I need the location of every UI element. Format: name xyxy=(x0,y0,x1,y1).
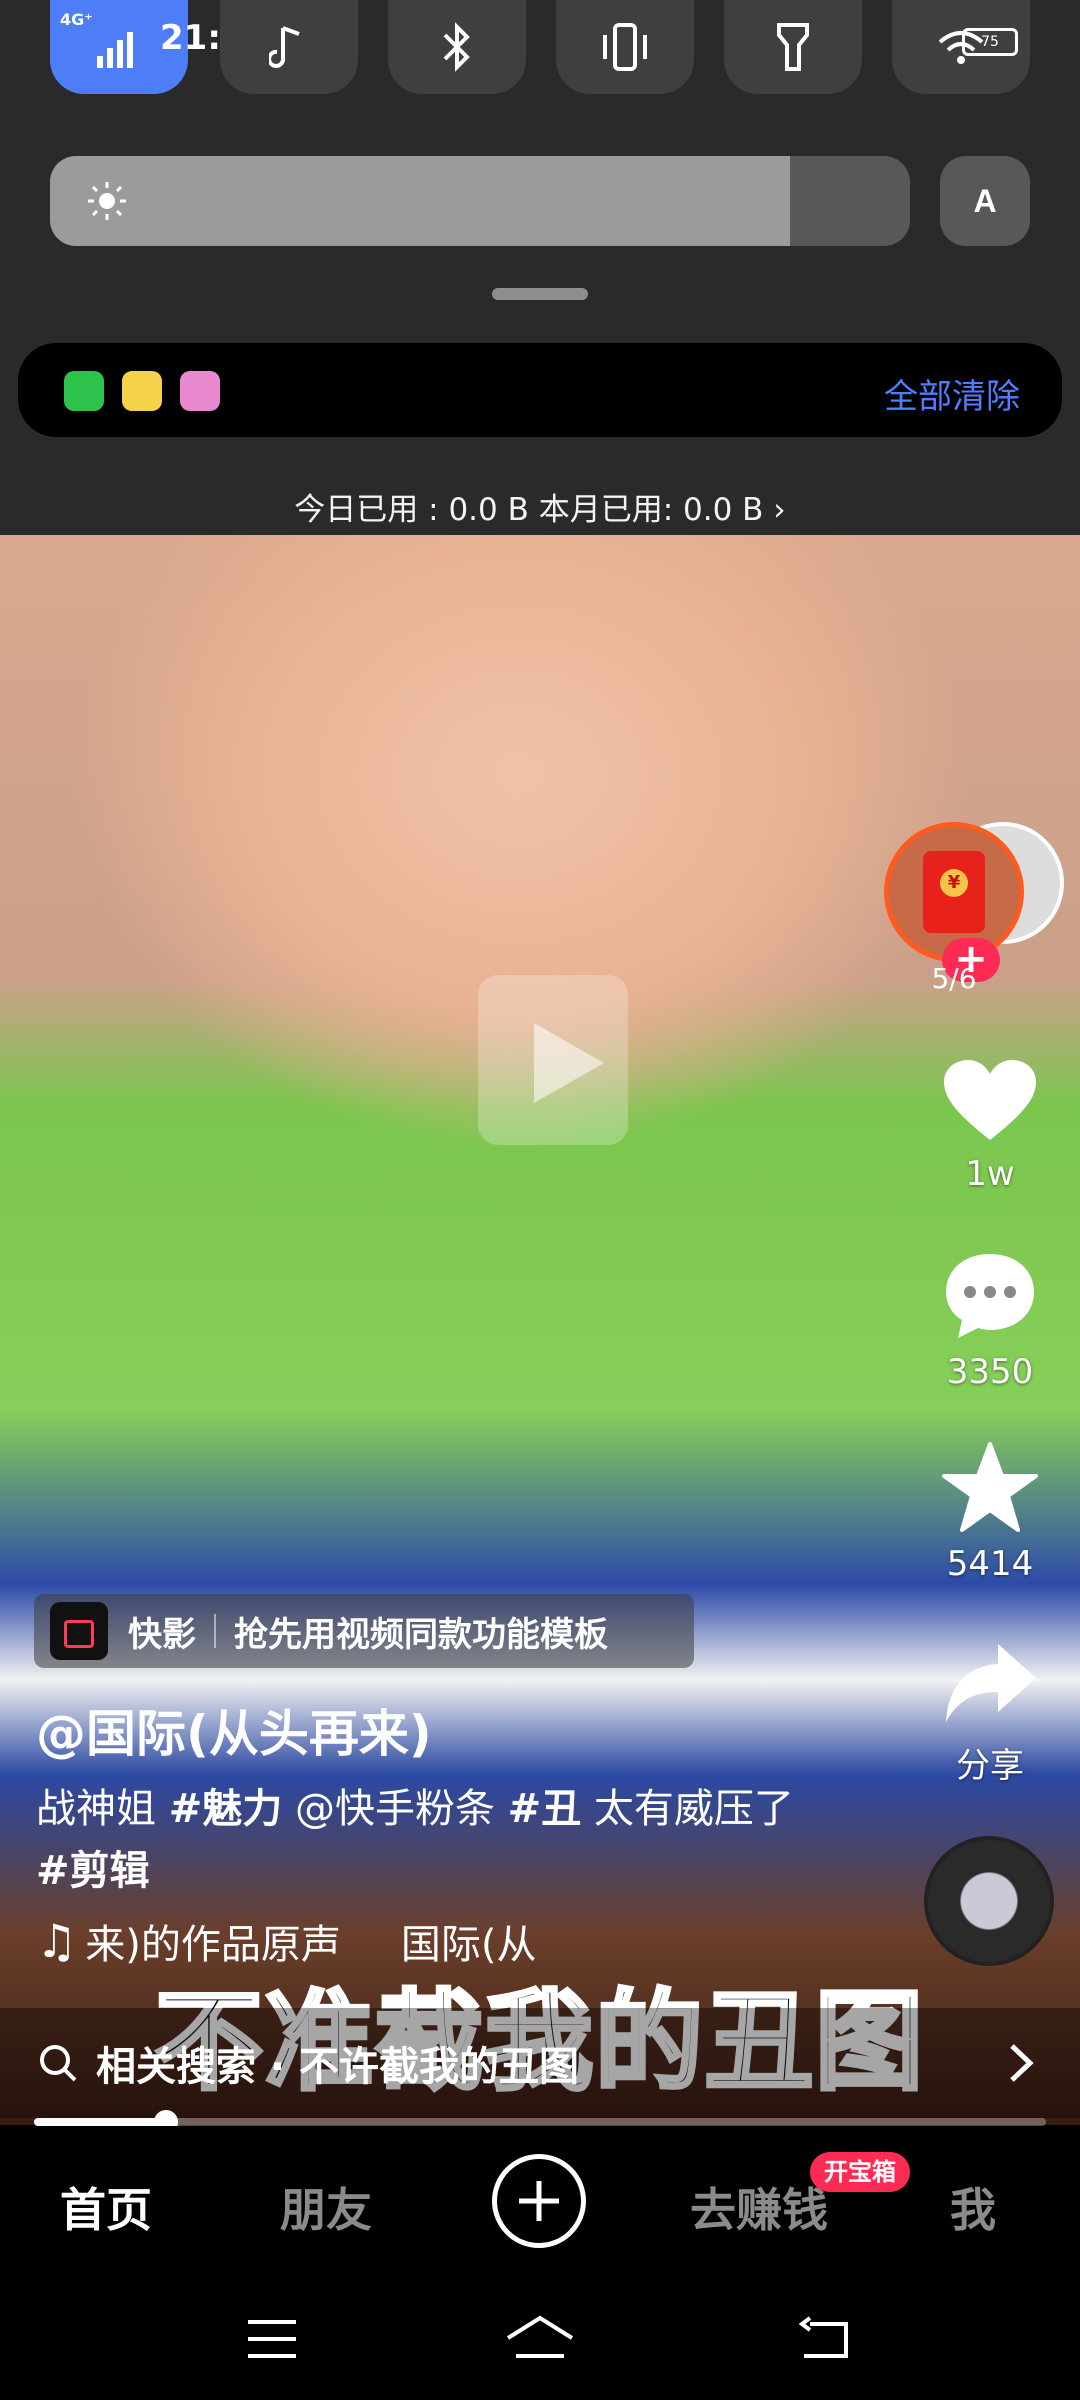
video-progress-bar[interactable] xyxy=(34,2110,1046,2134)
desc-text: 战神姐 xyxy=(36,1786,169,1832)
data-usage-text[interactable]: 今日已用 : 0.0 B 本月已用: 0.0 B › xyxy=(0,484,1080,529)
share-label: 分享 xyxy=(956,1746,1024,1786)
kuaiying-template-bar[interactable]: 快影 抢先用视频同款功能模板 xyxy=(34,1594,694,1668)
related-search-bar[interactable]: 相关搜索 · 不许截我的丑图 xyxy=(0,2008,1080,2118)
brightness-slider[interactable] xyxy=(50,156,910,246)
play-button[interactable] xyxy=(478,975,628,1145)
comment-count: 3350 xyxy=(946,1352,1034,1392)
auto-brightness-button[interactable]: A xyxy=(940,156,1030,246)
system-navigation-bar xyxy=(0,2274,1080,2400)
sun-icon xyxy=(88,182,126,220)
music-info[interactable]: ♫ 来)的作品原声 国际(从 xyxy=(36,1912,536,1970)
kuaiying-logo-icon xyxy=(50,1602,108,1660)
share-button[interactable]: 分享 xyxy=(930,1640,1050,1787)
related-search-text: 相关搜索 · 不许截我的丑图 xyxy=(96,2044,580,2090)
notification-bar[interactable]: 全部清除 xyxy=(18,343,1062,437)
music-note-icon: ♫ xyxy=(36,1914,78,1968)
menu-icon[interactable] xyxy=(242,2314,302,2364)
signal-icon xyxy=(97,32,133,68)
bluetooth-icon xyxy=(443,22,470,72)
battery-indicator: 75 xyxy=(962,28,1018,56)
divider xyxy=(214,1614,216,1648)
red-packet-icon xyxy=(923,851,985,933)
create-button[interactable] xyxy=(492,2154,586,2248)
progress-fill xyxy=(34,2118,166,2126)
vibrate-icon xyxy=(603,23,647,71)
collect-button[interactable]: 5414 xyxy=(930,1440,1050,1584)
back-icon[interactable] xyxy=(794,2314,854,2364)
collect-count: 5414 xyxy=(946,1544,1034,1584)
hashtag-link[interactable]: #剪辑 xyxy=(36,1848,150,1894)
flashlight-icon xyxy=(777,23,809,71)
hashtag-link[interactable]: #丑 xyxy=(508,1786,582,1832)
desc-text: 太有威压了 xyxy=(581,1786,794,1832)
author-name[interactable]: @国际(从头再来) xyxy=(36,1694,432,1766)
music-note-icon xyxy=(269,26,300,68)
sound-tile[interactable] xyxy=(220,0,358,94)
comment-button[interactable]: 3350 xyxy=(930,1248,1050,1392)
hashtag-link[interactable]: #魅力 xyxy=(169,1786,283,1832)
kuaiying-desc: 抢先用视频同款功能模板 xyxy=(234,1614,608,1655)
heart-icon xyxy=(944,1060,1036,1140)
flashlight-tile[interactable] xyxy=(724,0,862,94)
red-packet-count: 5/6 xyxy=(931,962,977,995)
video-description: 战神姐 #魅力 @快手粉条 #丑 太有威压了 #剪辑 xyxy=(36,1778,836,1902)
search-icon xyxy=(40,2045,77,2082)
drag-handle[interactable] xyxy=(492,288,588,300)
music-author: 国际(从 xyxy=(400,1922,537,1968)
kuaiying-name: 快影 xyxy=(128,1614,196,1655)
chevron-right-icon xyxy=(1010,2044,1034,2082)
share-icon xyxy=(946,1644,1036,1722)
like-count: 1w xyxy=(965,1154,1015,1194)
bottom-tab-bar: 首页 朋友 去赚钱 开宝箱 我 xyxy=(0,2126,1080,2274)
tab-me[interactable]: 我 xyxy=(950,2174,996,2240)
brightness-fill xyxy=(50,156,790,246)
wechat-icon xyxy=(64,371,104,411)
quick-settings-panel: 4G⁺ 21:06 75 A 全部清除 今日已用: 0.0 B 本月已用: 0… xyxy=(0,0,1080,535)
bluetooth-tile[interactable] xyxy=(388,0,526,94)
vibrate-tile[interactable] xyxy=(556,0,694,94)
tab-earn[interactable]: 去赚钱 xyxy=(690,2174,828,2240)
network-type: 4G⁺ xyxy=(60,10,93,29)
tab-home[interactable]: 首页 xyxy=(60,2174,152,2240)
comment-icon xyxy=(946,1254,1034,1338)
home-icon[interactable] xyxy=(504,2314,576,2364)
author-avatar[interactable]: + xyxy=(884,822,1064,982)
like-button[interactable]: 1w xyxy=(930,1056,1050,1194)
app-icon xyxy=(180,371,220,411)
treasure-badge[interactable]: 开宝箱 xyxy=(810,2152,910,2192)
star-icon xyxy=(942,1442,1038,1532)
music-disc[interactable] xyxy=(924,1836,1054,1966)
mention-link[interactable]: @快手粉条 xyxy=(282,1786,507,1832)
music-title: 来)的作品原声 xyxy=(85,1922,341,1968)
clear-all-button[interactable]: 全部清除 xyxy=(884,369,1020,418)
app-icon xyxy=(122,371,162,411)
tab-friends[interactable]: 朋友 xyxy=(280,2174,372,2240)
